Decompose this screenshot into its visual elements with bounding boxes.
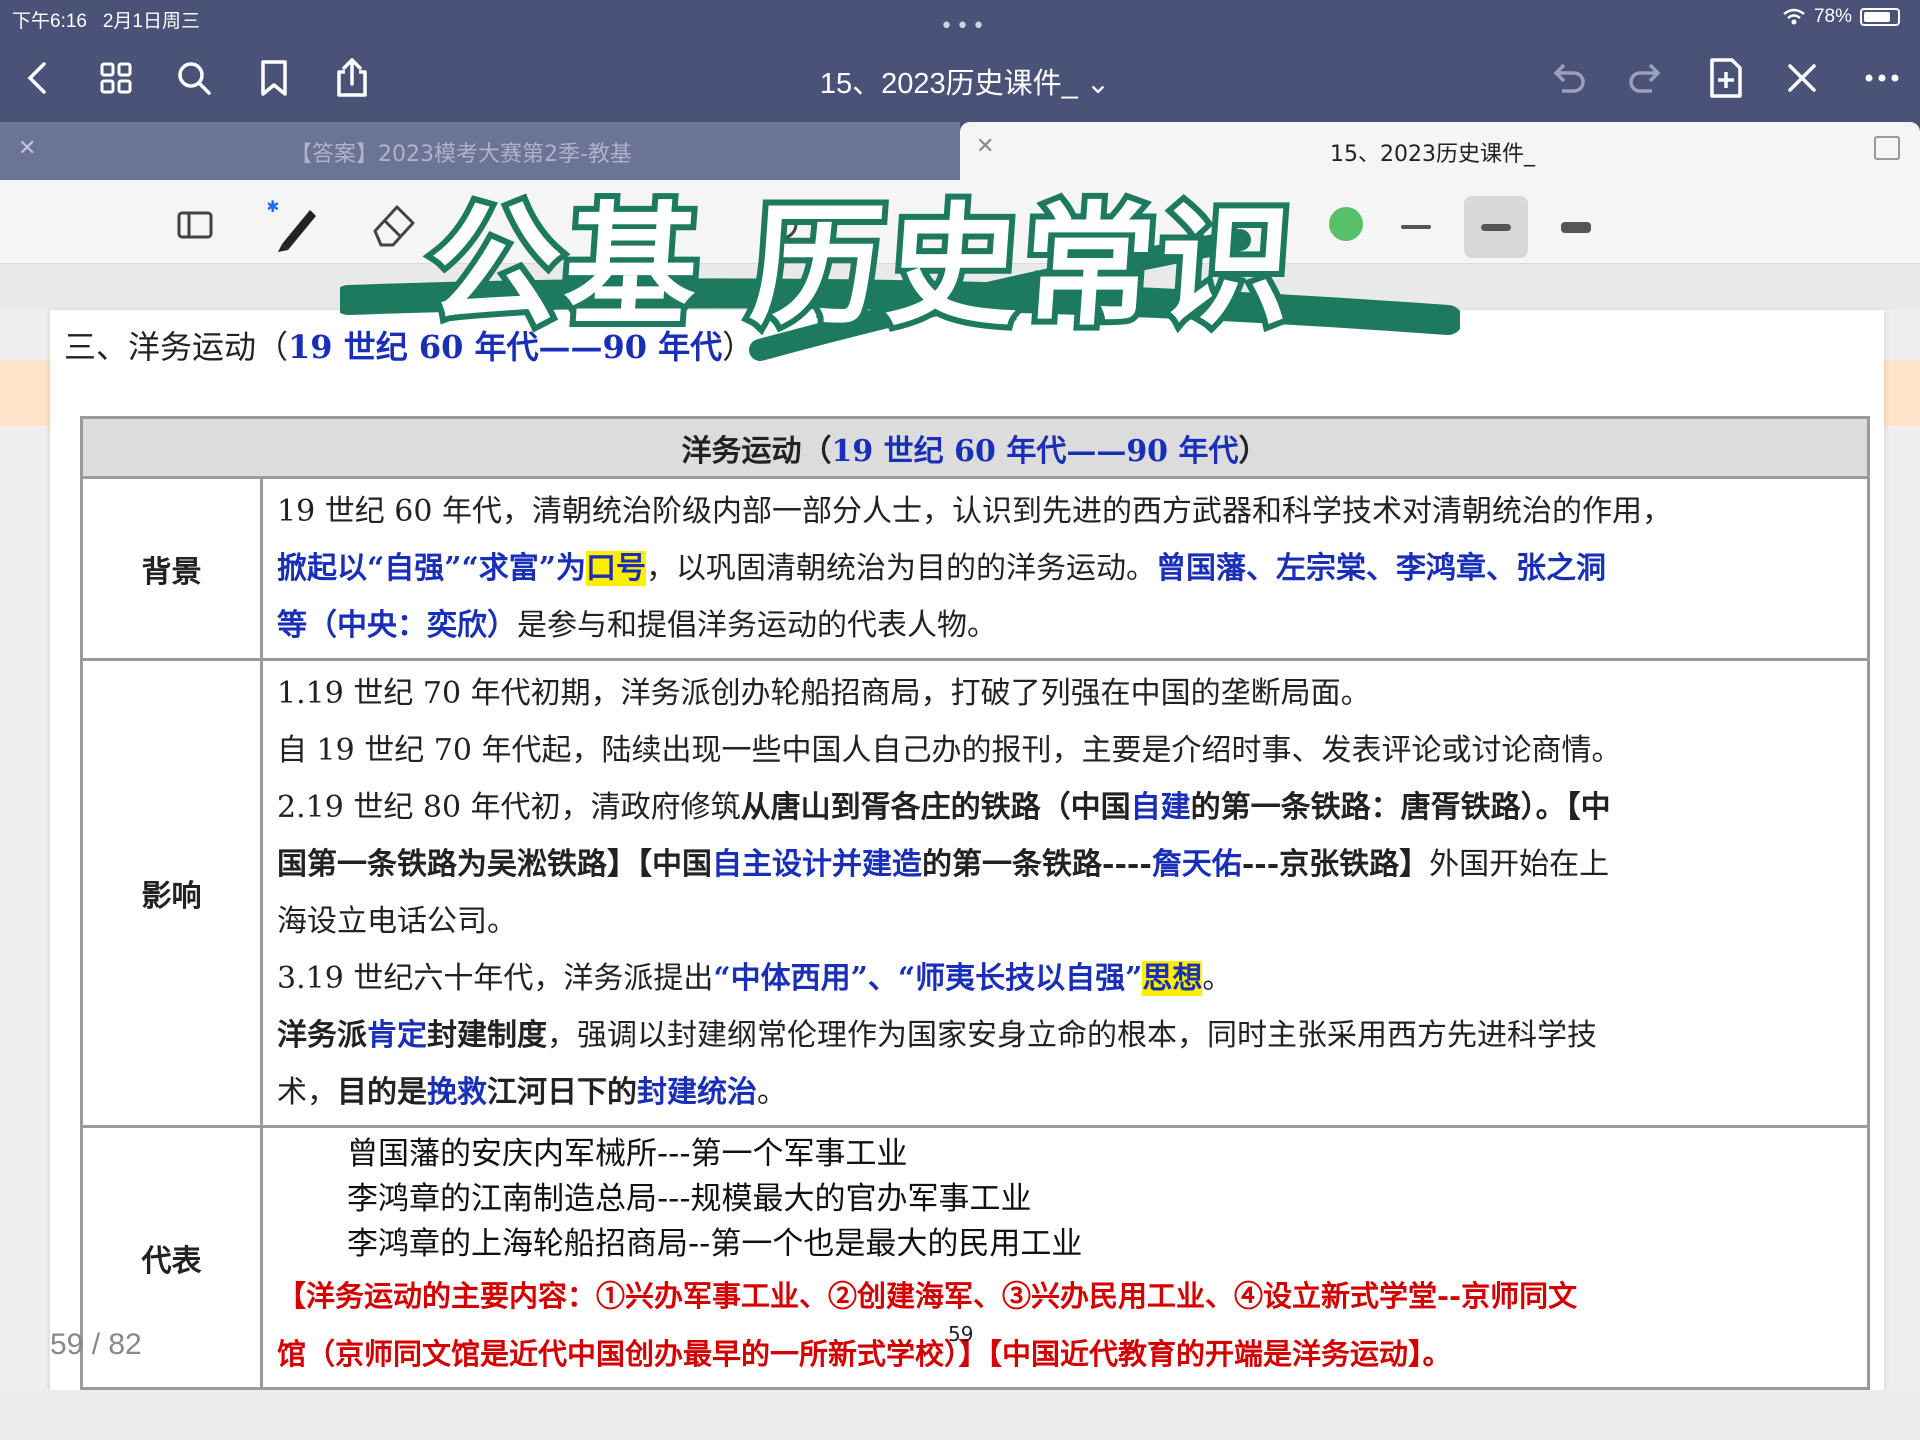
document-title[interactable]: 15、2023历史课件_ ⌄: [800, 60, 1130, 102]
text-segment: 外国开始在上: [1429, 847, 1610, 882]
grid-view-icon[interactable]: [96, 58, 136, 98]
bottom-area: [0, 1390, 1920, 1440]
battery-icon: [1860, 8, 1900, 26]
heading-prefix: 三、洋务运动（: [64, 328, 289, 366]
status-right: 78%: [1782, 6, 1900, 28]
text-segment: 自建: [1130, 790, 1191, 825]
table-header: 洋务运动（19 世纪 60 年代——90 年代）: [80, 416, 1870, 479]
text-line: 3.19 世纪六十年代，洋务派提出“中体西用”、“师夷长技以自强”思想。: [277, 950, 1853, 1007]
list-item: 李鸿章的江南制造总局---规模最大的官办军事工业: [347, 1181, 1032, 1217]
back-icon[interactable]: [18, 58, 58, 98]
text-line: 国第一条铁路为吴淞铁路】【中国自主设计并建造的第一条铁路----詹天佑---京张…: [277, 836, 1853, 893]
close-tab-icon[interactable]: ✕: [18, 136, 36, 161]
summary-line: 【洋务运动的主要内容：①兴办军事工业、②创建海军、③兴办民用工业、④设立新式学堂…: [277, 1279, 1578, 1313]
text-segment: 自 19 世纪 70 年代起，陆续出现一些中国人自己办的报刊，主要是介绍时事、发…: [277, 733, 1622, 768]
row-category: 影响: [80, 658, 263, 1128]
text-segment: 目的是: [337, 1075, 427, 1110]
text-segment: 思想: [1142, 961, 1203, 996]
share-icon[interactable]: [332, 58, 372, 98]
text-segment: 的第一条铁路----: [922, 847, 1152, 882]
page-counter: 59 / 82: [50, 1328, 142, 1361]
text-segment: 。: [757, 1075, 787, 1110]
list-item: 曾国藩的安庆内军械所---第一个军事工业: [347, 1136, 908, 1172]
wifi-icon: [1783, 8, 1805, 25]
bookmark-icon[interactable]: [254, 58, 294, 98]
svg-text:✱: ✱: [268, 197, 279, 216]
text-segment: 的第一条铁路：唐胥铁路）。【中: [1190, 790, 1611, 825]
text-segment: 洋务派: [277, 1018, 367, 1053]
text-segment: “中体西用”、“师夷长技以自强”: [713, 961, 1143, 996]
text-line: 1.19 世纪 70 年代初期，洋务派创办轮船招商局，打破了列强在中国的垄断局面…: [277, 665, 1853, 722]
row-content: 1.19 世纪 70 年代初期，洋务派创办轮船招商局，打破了列强在中国的垄断局面…: [260, 658, 1870, 1128]
sidebar-toggle-icon[interactable]: [1874, 136, 1900, 160]
text-segment: 海设立电话公司。: [277, 904, 517, 939]
text-segment: 3.19 世纪六十年代，洋务派提出: [277, 961, 714, 996]
text-segment: 曾国藩、左宗棠、李鸿章、张之洞: [1156, 551, 1607, 586]
text-segment: 19 世纪 60 年代，清朝统治阶级内部一部分人士，认识到先进的西方武器和科学技…: [277, 494, 1672, 529]
text-line: 等（中央：奕欣）是参与和提倡洋务运动的代表人物。: [277, 597, 1853, 654]
text-segment: 挽救: [427, 1075, 487, 1110]
table-row: 影响 1.19 世纪 70 年代初期，洋务派创办轮船招商局，打破了列强在中国的垄…: [80, 658, 1870, 1128]
text-line: 19 世纪 60 年代，清朝统治阶级内部一部分人士，认识到先进的西方武器和科学技…: [277, 483, 1853, 540]
search-icon[interactable]: [174, 58, 214, 98]
text-line: 自 19 世纪 70 年代起，陆续出现一些中国人自己办的报刊，主要是介绍时事、发…: [277, 722, 1853, 779]
content-table: 洋务运动（19 世纪 60 年代——90 年代） 背景 19 世纪 60 年代，…: [80, 416, 1870, 1390]
status-time-text: 下午6:16: [12, 11, 87, 32]
text-segment: 术，: [277, 1075, 337, 1110]
stroke-thick[interactable]: [1544, 196, 1608, 258]
overlay-title-text: 公基 历史常识: [418, 184, 1307, 350]
text-segment: 掀起以“自强”“求富”为: [277, 551, 587, 586]
page-edge-right: [1880, 360, 1920, 426]
lasso-icon[interactable]: [168, 196, 224, 252]
row-content: 曾国藩的安庆内军械所---第一个军事工业 李鸿章的江南制造总局---规模最大的官…: [260, 1125, 1870, 1390]
pen-icon[interactable]: ✱: [268, 196, 324, 252]
summary-line: 馆（京师同文馆是近代中国创办最早的一所新式学校）】【中国近代教育的开端是洋务运动…: [277, 1337, 1452, 1371]
text-segment: ，以巩固清朝统治为目的的洋务运动。: [646, 551, 1157, 586]
status-time: 下午6:16 2月1日周三: [12, 6, 200, 33]
redo-icon[interactable]: [1626, 58, 1666, 98]
status-date-text: 2月1日周三: [102, 11, 200, 32]
text-segment: 2.19 世纪 80 年代初，清政府修筑: [277, 790, 741, 825]
undo-icon[interactable]: [1548, 58, 1588, 98]
row-category: 背景: [80, 476, 263, 661]
overlay-title: 公基 历史常识: [340, 140, 1460, 410]
text-segment: 从唐山到胥各庄的铁路（中国: [740, 790, 1131, 825]
text-segment: 自主设计并建造: [712, 847, 922, 882]
document-page[interactable]: 三、洋务运动（19 世纪 60 年代——90 年代） 洋务运动（19 世纪 60…: [50, 310, 1884, 1390]
text-segment: 封建统治: [637, 1075, 757, 1110]
battery-percent: 78%: [1813, 6, 1852, 27]
text-segment: 。: [1202, 961, 1233, 996]
multitask-dots-icon[interactable]: •••: [940, 14, 988, 39]
text-segment: 国第一条铁路为吴淞铁路】【中国: [277, 847, 712, 882]
more-icon[interactable]: [1862, 58, 1902, 98]
text-segment: 等（中央：奕欣）: [277, 608, 517, 643]
text-segment: 1.19 世纪 70 年代初期，洋务派创办轮船招商局，打破了列强在中国的垄断局面…: [277, 676, 1371, 711]
row-content: 19 世纪 60 年代，清朝统治阶级内部一部分人士，认识到先进的西方武器和科学技…: [260, 476, 1870, 661]
text-line: 海设立电话公司。: [277, 893, 1853, 950]
header-prefix: 洋务运动（: [681, 433, 832, 469]
text-segment: ---京张铁路】: [1241, 847, 1430, 882]
close-pen-icon[interactable]: [1782, 58, 1822, 98]
top-toolbar: 下午6:16 2月1日周三 ••• 78% 15、2023历史课件_ ⌄: [0, 0, 1920, 122]
add-page-icon[interactable]: [1706, 58, 1746, 98]
header-suffix: ）: [1238, 433, 1269, 469]
text-segment: 封建制度: [427, 1018, 547, 1053]
list-item: 李鸿章的上海轮船招商局--第一个也是最大的民用工业: [347, 1226, 1083, 1262]
text-line: 洋务派肯定封建制度，强调以封建纲常伦理作为国家安身立命的根本，同时主张采用西方先…: [277, 1007, 1853, 1064]
text-segment: 是参与和提倡洋务运动的代表人物。: [517, 608, 997, 643]
text-line: 掀起以“自强”“求富”为口号，以巩固清朝统治为目的的洋务运动。曾国藩、左宗棠、李…: [277, 540, 1853, 597]
text-line: 2.19 世纪 80 年代初，清政府修筑从唐山到胥各庄的铁路（中国自建的第一条铁…: [277, 779, 1853, 836]
text-line: 术，目的是挽救江河日下的封建统治。: [277, 1064, 1853, 1121]
table-row: 代表 曾国藩的安庆内军械所---第一个军事工业 李鸿章的江南制造总局---规模最…: [80, 1125, 1870, 1390]
text-segment: ，强调以封建纲常伦理作为国家安身立命的根本，同时主张采用西方先进科学技: [547, 1018, 1597, 1053]
text-segment: 江河日下的: [487, 1075, 637, 1110]
text-segment: 肯定: [367, 1018, 427, 1053]
text-segment: 口号: [586, 551, 647, 586]
stroke-medium[interactable]: [1464, 196, 1528, 258]
text-segment: 詹天佑: [1151, 847, 1242, 882]
table-row: 背景 19 世纪 60 年代，清朝统治阶级内部一部分人士，认识到先进的西方武器和…: [80, 476, 1870, 661]
page-number-mark: 59: [948, 1322, 974, 1346]
table-header-row: 洋务运动（19 世纪 60 年代——90 年代）: [80, 416, 1870, 479]
header-range: 19 世纪 60 年代——90 年代: [831, 433, 1239, 469]
